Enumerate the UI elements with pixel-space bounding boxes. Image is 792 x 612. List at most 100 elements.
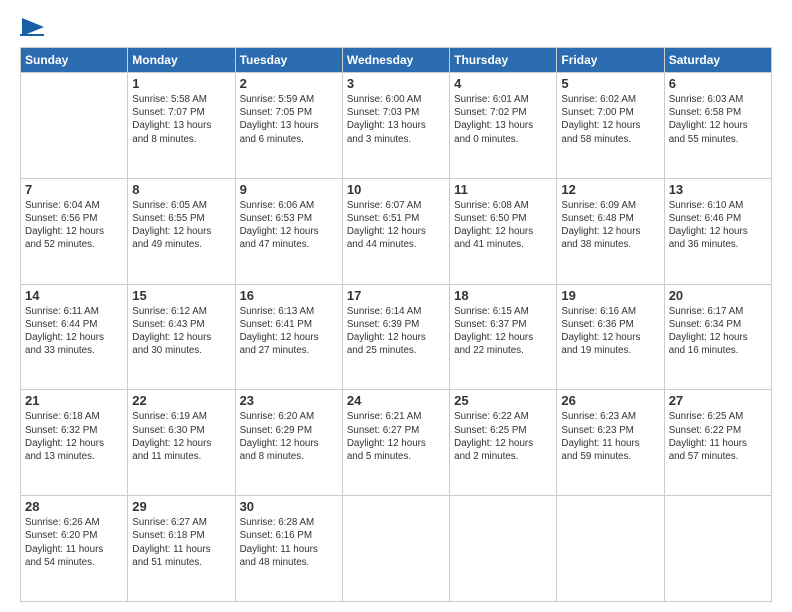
day-cell: 25 Sunrise: 6:22 AM Sunset: 6:25 PM Dayli…	[450, 390, 557, 496]
day-number: 26	[561, 393, 659, 408]
weekday-header-sunday: Sunday	[21, 48, 128, 73]
day-info: Sunrise: 6:08 AM Sunset: 6:50 PM Dayligh…	[454, 199, 552, 252]
day-cell: 3 Sunrise: 6:00 AM Sunset: 7:03 PM Daylig…	[342, 73, 449, 179]
day-number: 30	[240, 499, 338, 514]
day-number: 11	[454, 182, 552, 197]
day-number: 23	[240, 393, 338, 408]
day-info: Sunrise: 6:28 AM Sunset: 6:16 PM Dayligh…	[240, 516, 338, 569]
day-info: Sunrise: 6:22 AM Sunset: 6:25 PM Dayligh…	[454, 410, 552, 463]
day-info: Sunrise: 6:01 AM Sunset: 7:02 PM Dayligh…	[454, 93, 552, 146]
logo-arrow-icon	[22, 18, 44, 36]
day-number: 7	[25, 182, 123, 197]
day-info: Sunrise: 6:02 AM Sunset: 7:00 PM Dayligh…	[561, 93, 659, 146]
day-number: 12	[561, 182, 659, 197]
day-info: Sunrise: 6:10 AM Sunset: 6:46 PM Dayligh…	[669, 199, 767, 252]
weekday-header-monday: Monday	[128, 48, 235, 73]
weekday-header-wednesday: Wednesday	[342, 48, 449, 73]
day-info: Sunrise: 6:03 AM Sunset: 6:58 PM Dayligh…	[669, 93, 767, 146]
day-cell: 18Sunrise: 6:15 AM Sunset: 6:37 PM Dayli…	[450, 284, 557, 390]
day-cell: 26 Sunrise: 6:23 AM Sunset: 6:23 PM Dayli…	[557, 390, 664, 496]
day-info: Sunrise: 6:27 AM Sunset: 6:18 PM Dayligh…	[132, 516, 230, 569]
day-number: 5	[561, 76, 659, 91]
day-cell: 17Sunrise: 6:14 AM Sunset: 6:39 PM Dayli…	[342, 284, 449, 390]
logo	[20, 18, 44, 37]
day-number: 17	[347, 288, 445, 303]
day-cell	[342, 496, 449, 602]
day-cell: 2 Sunrise: 5:59 AM Sunset: 7:05 PM Daylig…	[235, 73, 342, 179]
day-cell: 8 Sunrise: 6:05 AM Sunset: 6:55 PM Daylig…	[128, 178, 235, 284]
day-cell: 16 Sunrise: 6:13 AM Sunset: 6:41 PM Dayli…	[235, 284, 342, 390]
day-cell	[450, 496, 557, 602]
day-info: Sunrise: 5:58 AM Sunset: 7:07 PM Dayligh…	[132, 93, 230, 146]
day-cell: 10 Sunrise: 6:07 AM Sunset: 6:51 PM Dayli…	[342, 178, 449, 284]
weekday-header-row: SundayMondayTuesdayWednesdayThursdayFrid…	[21, 48, 772, 73]
day-info: Sunrise: 6:16 AM Sunset: 6:36 PM Dayligh…	[561, 305, 659, 358]
weekday-header-friday: Friday	[557, 48, 664, 73]
day-info: Sunrise: 6:04 AM Sunset: 6:56 PM Dayligh…	[25, 199, 123, 252]
day-number: 22	[132, 393, 230, 408]
day-info: Sunrise: 6:09 AM Sunset: 6:48 PM Dayligh…	[561, 199, 659, 252]
day-cell: 7 Sunrise: 6:04 AM Sunset: 6:56 PM Daylig…	[21, 178, 128, 284]
week-row-3: 14Sunrise: 6:11 AM Sunset: 6:44 PM Dayli…	[21, 284, 772, 390]
day-cell: 15 Sunrise: 6:12 AM Sunset: 6:43 PM Dayli…	[128, 284, 235, 390]
day-info: Sunrise: 6:07 AM Sunset: 6:51 PM Dayligh…	[347, 199, 445, 252]
day-number: 3	[347, 76, 445, 91]
day-number: 10	[347, 182, 445, 197]
day-info: Sunrise: 6:05 AM Sunset: 6:55 PM Dayligh…	[132, 199, 230, 252]
day-cell: 24Sunrise: 6:21 AM Sunset: 6:27 PM Dayli…	[342, 390, 449, 496]
weekday-header-tuesday: Tuesday	[235, 48, 342, 73]
day-cell: 19 Sunrise: 6:16 AM Sunset: 6:36 PM Dayli…	[557, 284, 664, 390]
day-cell: 29Sunrise: 6:27 AM Sunset: 6:18 PM Dayli…	[128, 496, 235, 602]
day-number: 27	[669, 393, 767, 408]
day-number: 1	[132, 76, 230, 91]
weekday-header-saturday: Saturday	[664, 48, 771, 73]
day-number: 4	[454, 76, 552, 91]
day-cell: 13 Sunrise: 6:10 AM Sunset: 6:46 PM Dayli…	[664, 178, 771, 284]
day-number: 8	[132, 182, 230, 197]
day-number: 20	[669, 288, 767, 303]
day-info: Sunrise: 6:12 AM Sunset: 6:43 PM Dayligh…	[132, 305, 230, 358]
day-number: 18	[454, 288, 552, 303]
day-info: Sunrise: 6:19 AM Sunset: 6:30 PM Dayligh…	[132, 410, 230, 463]
day-cell: 1 Sunrise: 5:58 AM Sunset: 7:07 PM Daylig…	[128, 73, 235, 179]
day-cell	[664, 496, 771, 602]
day-number: 2	[240, 76, 338, 91]
day-cell: 30 Sunrise: 6:28 AM Sunset: 6:16 PM Dayli…	[235, 496, 342, 602]
day-info: Sunrise: 6:00 AM Sunset: 7:03 PM Dayligh…	[347, 93, 445, 146]
logo-text-block	[20, 18, 44, 37]
week-row-4: 21Sunrise: 6:18 AM Sunset: 6:32 PM Dayli…	[21, 390, 772, 496]
day-info: Sunrise: 6:06 AM Sunset: 6:53 PM Dayligh…	[240, 199, 338, 252]
day-number: 9	[240, 182, 338, 197]
day-info: Sunrise: 5:59 AM Sunset: 7:05 PM Dayligh…	[240, 93, 338, 146]
day-number: 25	[454, 393, 552, 408]
week-row-2: 7 Sunrise: 6:04 AM Sunset: 6:56 PM Daylig…	[21, 178, 772, 284]
day-cell: 12 Sunrise: 6:09 AM Sunset: 6:48 PM Dayli…	[557, 178, 664, 284]
day-cell: 5 Sunrise: 6:02 AM Sunset: 7:00 PM Daylig…	[557, 73, 664, 179]
day-number: 6	[669, 76, 767, 91]
weekday-header-thursday: Thursday	[450, 48, 557, 73]
day-info: Sunrise: 6:13 AM Sunset: 6:41 PM Dayligh…	[240, 305, 338, 358]
calendar-table: SundayMondayTuesdayWednesdayThursdayFrid…	[20, 47, 772, 602]
header	[20, 18, 772, 37]
day-number: 13	[669, 182, 767, 197]
day-cell: 21Sunrise: 6:18 AM Sunset: 6:32 PM Dayli…	[21, 390, 128, 496]
day-cell: 9 Sunrise: 6:06 AM Sunset: 6:53 PM Daylig…	[235, 178, 342, 284]
day-number: 15	[132, 288, 230, 303]
week-row-5: 28Sunrise: 6:26 AM Sunset: 6:20 PM Dayli…	[21, 496, 772, 602]
day-cell: 23Sunrise: 6:20 AM Sunset: 6:29 PM Dayli…	[235, 390, 342, 496]
day-cell: 22 Sunrise: 6:19 AM Sunset: 6:30 PM Dayli…	[128, 390, 235, 496]
day-cell: 20 Sunrise: 6:17 AM Sunset: 6:34 PM Dayli…	[664, 284, 771, 390]
day-info: Sunrise: 6:26 AM Sunset: 6:20 PM Dayligh…	[25, 516, 123, 569]
day-number: 16	[240, 288, 338, 303]
day-cell	[21, 73, 128, 179]
day-info: Sunrise: 6:23 AM Sunset: 6:23 PM Dayligh…	[561, 410, 659, 463]
day-number: 21	[25, 393, 123, 408]
day-cell: 27Sunrise: 6:25 AM Sunset: 6:22 PM Dayli…	[664, 390, 771, 496]
day-info: Sunrise: 6:21 AM Sunset: 6:27 PM Dayligh…	[347, 410, 445, 463]
day-cell: 28Sunrise: 6:26 AM Sunset: 6:20 PM Dayli…	[21, 496, 128, 602]
day-number: 19	[561, 288, 659, 303]
day-cell	[557, 496, 664, 602]
day-info: Sunrise: 6:11 AM Sunset: 6:44 PM Dayligh…	[25, 305, 123, 358]
day-info: Sunrise: 6:17 AM Sunset: 6:34 PM Dayligh…	[669, 305, 767, 358]
week-row-1: 1 Sunrise: 5:58 AM Sunset: 7:07 PM Daylig…	[21, 73, 772, 179]
